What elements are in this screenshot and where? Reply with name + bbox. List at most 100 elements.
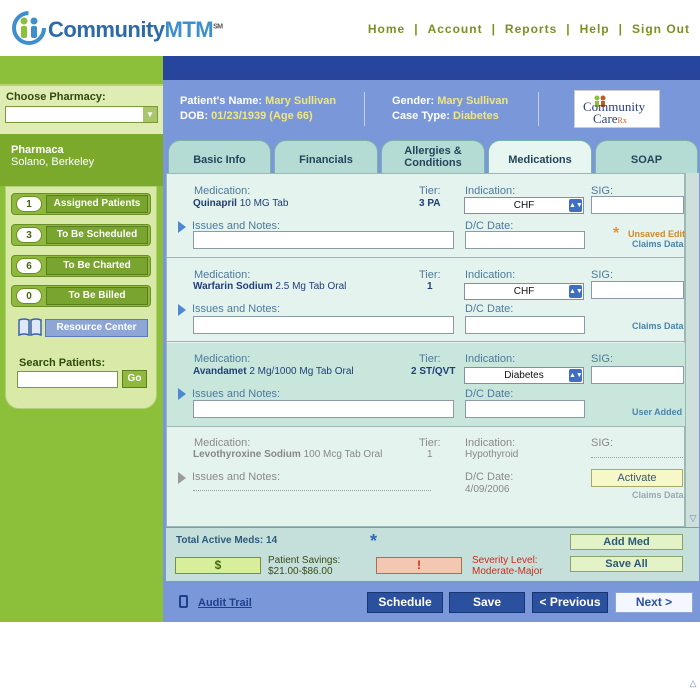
gender-field: Gender: Mary Sullivan (392, 95, 508, 107)
sig-label: SIG: (591, 437, 614, 449)
save-button[interactable]: Save (449, 592, 525, 613)
dc-date-input[interactable] (465, 231, 585, 249)
logo-line-rx: Rx (617, 116, 627, 125)
tab-basic-info[interactable]: Basic Info (168, 140, 271, 173)
divider (538, 92, 539, 126)
user-added-label: User Added (632, 407, 683, 417)
document-icon (179, 595, 188, 608)
nav-separator: | (566, 22, 571, 36)
indication-label: Indication: (465, 437, 516, 449)
sig-input[interactable] (591, 196, 684, 214)
divider (364, 92, 365, 126)
medication-name: Avandamet 2 Mg/1000 Mg Tab Oral (193, 366, 354, 377)
tier-label: Tier: (419, 269, 441, 281)
tier-label: Tier: (419, 353, 441, 365)
indication-value: CHF (513, 286, 535, 297)
indication-label: Indication: (465, 269, 516, 281)
tab-medications[interactable]: Medications (488, 140, 592, 174)
tab-financials[interactable]: Financials (274, 140, 378, 173)
button-label: To Be Scheduled (46, 226, 148, 244)
tier-label: Tier: (419, 185, 441, 197)
indication-select[interactable]: CHF ▲▼ (464, 197, 584, 214)
expand-triangle-icon[interactable] (178, 304, 186, 316)
activate-button[interactable]: Activate (591, 469, 683, 487)
logo-icon (12, 11, 46, 45)
next-button[interactable]: Next > (615, 592, 693, 613)
star-icon: * (370, 531, 378, 551)
scroll-up-icon[interactable]: △ (687, 678, 699, 690)
tier-value: 3 PA (419, 198, 441, 209)
choose-pharmacy-label: Choose Pharmacy: (6, 91, 106, 103)
search-patients-label: Search Patients: (19, 357, 106, 369)
add-med-button[interactable]: Add Med (570, 534, 683, 550)
button-label: To Be Charted (46, 257, 148, 275)
sig-input[interactable] (591, 366, 684, 384)
dc-date-input[interactable] (465, 400, 585, 418)
choose-pharmacy-select[interactable] (5, 106, 158, 123)
sig-label: SIG: (591, 269, 614, 281)
logo-trademark: SM (213, 23, 223, 31)
logo-text-community: Community (48, 17, 165, 42)
search-patients-input[interactable] (17, 371, 118, 388)
scrollbar[interactable]: △ ▽ (685, 173, 699, 688)
issues-input[interactable] (193, 400, 454, 418)
tier-value: 1 (427, 281, 433, 292)
top-nav: Home | Account | Reports | Help | Sign Out (368, 22, 690, 36)
nav-help[interactable]: Help (580, 22, 610, 36)
logo-line-care: Care (593, 111, 618, 126)
claims-data-link[interactable]: Claims Data (632, 321, 684, 331)
logo-text-mtm: MTM (164, 17, 214, 42)
claims-data-link[interactable]: Claims Data (632, 490, 684, 500)
issues-input[interactable] (193, 231, 454, 249)
assigned-patients-button[interactable]: 1 Assigned Patients (11, 193, 151, 215)
count-badge: 6 (16, 258, 42, 274)
medication-label: Medication: (194, 437, 251, 449)
claims-data-link[interactable]: Claims Data (632, 239, 684, 249)
tab-label: Allergies & Conditions (404, 145, 462, 169)
expand-triangle-icon[interactable] (178, 221, 186, 233)
nav-home[interactable]: Home (368, 22, 405, 36)
unsaved-star-icon: * (613, 225, 620, 242)
chevron-down-icon[interactable]: ▼ (143, 107, 157, 122)
resource-center-button[interactable]: Resource Center (11, 315, 151, 341)
search-go-button[interactable]: Go (122, 370, 147, 388)
save-all-button[interactable]: Save All (570, 556, 683, 572)
med-dose: 2 Mg/1000 Mg Tab Oral (249, 366, 354, 377)
expand-triangle-icon[interactable] (178, 388, 186, 400)
app-logo[interactable]: CommunityMTMSM (48, 17, 223, 43)
indication-select[interactable]: Diabetes ▲▼ (464, 367, 584, 384)
community-care-logo-text: Community CareRx (583, 100, 645, 127)
expand-triangle-icon[interactable] (178, 472, 186, 484)
tab-soap[interactable]: SOAP (595, 140, 698, 173)
to-be-billed-button[interactable]: 0 To Be Billed (11, 285, 151, 307)
to-be-scheduled-button[interactable]: 3 To Be Scheduled (11, 224, 151, 246)
indication-select[interactable]: CHF ▲▼ (464, 283, 584, 300)
button-label: Assigned Patients (46, 195, 148, 213)
issues-input[interactable] (193, 316, 454, 334)
to-be-charted-button[interactable]: 6 To Be Charted (11, 255, 151, 277)
nav-separator: | (414, 22, 419, 36)
tab-allergies-conditions[interactable]: Allergies & Conditions (381, 140, 485, 173)
previous-button[interactable]: < Previous (532, 592, 608, 613)
nav-account[interactable]: Account (428, 22, 483, 36)
sig-input[interactable] (591, 281, 684, 299)
patient-savings: Patient Savings: $21.00-$86.00 (268, 555, 340, 577)
schedule-button[interactable]: Schedule (367, 592, 443, 613)
nav-sign-out[interactable]: Sign Out (632, 22, 690, 36)
audit-trail-link[interactable]: Audit Trail (198, 597, 252, 609)
scroll-down-icon[interactable]: ▽ (687, 513, 699, 525)
nav-separator: | (491, 22, 496, 36)
severity-value: Moderate-Major (472, 566, 543, 577)
dc-date-label: D/C Date: (465, 303, 514, 315)
nav-reports[interactable]: Reports (505, 22, 557, 36)
dc-date-input[interactable] (465, 316, 585, 334)
case-type-value: Diabetes (452, 110, 499, 122)
tier-label: Tier: (419, 437, 441, 449)
pharmacy-location: Solano, Berkeley (11, 156, 95, 168)
indication-value: Diabetes (504, 370, 544, 381)
count-badge: 1 (16, 196, 42, 212)
indication-value: CHF (513, 200, 535, 211)
case-type-label: Case Type: (392, 110, 450, 122)
chevron-updown-icon: ▲▼ (569, 369, 583, 382)
medication-label: Medication: (194, 185, 251, 197)
